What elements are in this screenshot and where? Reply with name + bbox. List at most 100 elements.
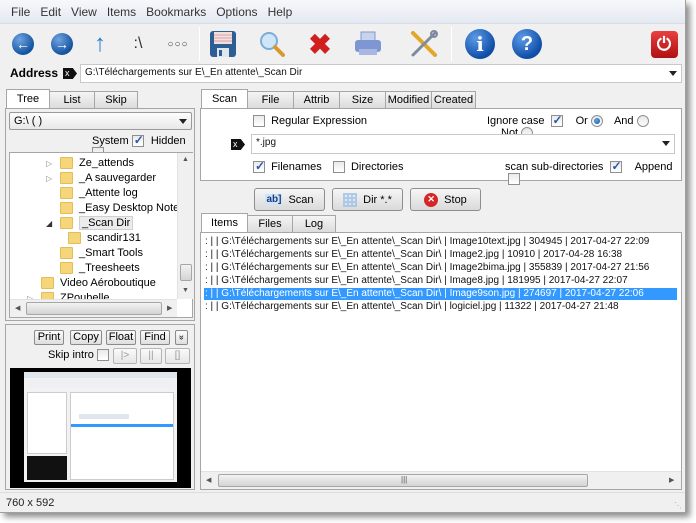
collapse-icon[interactable]: ◢: [46, 219, 56, 228]
tab-size[interactable]: Size: [339, 91, 386, 108]
pattern-clear-icon[interactable]: x: [231, 139, 245, 150]
result-line[interactable]: : | | G:\Téléchargements sur E\_En atten…: [204, 249, 677, 261]
filenames-label: Filenames: [271, 161, 322, 173]
tab-tree[interactable]: Tree: [6, 89, 50, 108]
result-line[interactable]: : | | G:\Téléchargements sur E\_En atten…: [204, 301, 677, 313]
tree-item[interactable]: ▷ Ze_attends: [46, 156, 134, 170]
tab-skip[interactable]: Skip: [94, 91, 138, 108]
results-hscrollbar[interactable]: ◀ ||| ▶: [201, 471, 681, 489]
forward-button[interactable]: →: [46, 28, 78, 60]
tree-item[interactable]: _Smart Tools: [60, 246, 143, 260]
print-button[interactable]: Print: [34, 330, 64, 345]
tree-item[interactable]: scandir131: [68, 231, 141, 245]
scroll-left-icon[interactable]: ◀: [15, 304, 20, 312]
menu-items[interactable]: Items: [102, 5, 141, 19]
subdirs-checkbox[interactable]: [609, 159, 622, 174]
exit-button[interactable]: ⏻: [648, 28, 680, 60]
address-input[interactable]: G:\Téléchargements sur E\_En attente\_Sc…: [80, 64, 682, 83]
menu-bookmarks[interactable]: Bookmarks: [141, 5, 211, 19]
tree-item[interactable]: Video Aéroboutique: [41, 276, 156, 290]
ignore-case-checkbox[interactable]: [550, 113, 563, 128]
save-button[interactable]: [207, 28, 239, 60]
tab-file[interactable]: File: [247, 91, 294, 108]
tree-item[interactable]: ▷ _A sauvegarder: [46, 171, 156, 185]
scroll-up-icon[interactable]: ▲: [182, 156, 189, 163]
scroll-right-icon[interactable]: ▶: [669, 476, 674, 484]
menu-help[interactable]: Help: [263, 5, 298, 19]
scroll-left-icon[interactable]: ◀: [206, 476, 211, 484]
tree-item[interactable]: _Treesheets: [60, 261, 140, 275]
up-button[interactable]: ↑: [84, 28, 116, 60]
pause-button[interactable]: ||: [140, 348, 162, 364]
tree-item[interactable]: _Easy Desktop Note: [60, 201, 179, 215]
scroll-thumb[interactable]: [180, 264, 192, 281]
go-icon[interactable]: x: [63, 68, 77, 79]
system-checkbox[interactable]: [131, 133, 144, 148]
result-line-selected[interactable]: : | | G:\Téléchargements sur E\_En atten…: [204, 288, 677, 300]
append-checkbox[interactable]: [508, 173, 520, 186]
tree-item-label: _Attente log: [79, 187, 138, 199]
back-button[interactable]: ←: [7, 28, 39, 60]
result-line[interactable]: : | | G:\Téléchargements sur E\_En atten…: [204, 275, 677, 287]
tab-attrib[interactable]: Attrib: [293, 91, 340, 108]
info-button[interactable]: i: [464, 28, 496, 60]
delete-icon: ✖: [308, 28, 332, 60]
print-button[interactable]: [352, 28, 384, 60]
directories-checkbox[interactable]: [332, 161, 345, 174]
tab-scan[interactable]: Scan: [201, 89, 248, 108]
expand-icon[interactable]: ▷: [46, 174, 56, 183]
or-radio[interactable]: [590, 115, 603, 128]
find-button[interactable]: Find: [140, 330, 170, 345]
more-options-button[interactable]: »: [175, 330, 188, 345]
tree-item[interactable]: _Attente log: [60, 186, 138, 200]
regex-checkbox[interactable]: [253, 115, 265, 128]
delete-button[interactable]: ✖: [304, 28, 336, 60]
skip-intro-checkbox[interactable]: [96, 349, 109, 362]
menu-options[interactable]: Options: [211, 5, 262, 19]
stop-button[interactable]: ✕ Stop: [410, 188, 481, 211]
tab-created[interactable]: Created: [431, 91, 476, 108]
scroll-thumb[interactable]: |||: [218, 474, 588, 487]
copy-button[interactable]: Copy: [70, 330, 102, 345]
status-bar: 760 x 592 ⋱: [0, 492, 685, 512]
tab-log[interactable]: Log: [292, 215, 336, 232]
tree-hscrollbar[interactable]: ◀ ▶: [10, 299, 177, 317]
scan-button[interactable]: ab] Scan: [254, 188, 325, 211]
tree-item-label: _Smart Tools: [79, 247, 143, 259]
tree-vscrollbar[interactable]: ▲ ▼: [177, 153, 193, 299]
drive-select[interactable]: G:\ ( ): [9, 112, 192, 130]
tab-list[interactable]: List: [49, 91, 95, 108]
scroll-thumb[interactable]: [26, 302, 162, 315]
filenames-checkbox[interactable]: [253, 159, 265, 174]
help-button[interactable]: ?: [511, 28, 543, 60]
tab-items[interactable]: Items: [201, 213, 248, 232]
menu-edit[interactable]: Edit: [35, 5, 66, 19]
tab-modified[interactable]: Modified: [385, 91, 432, 108]
tab-files[interactable]: Files: [247, 215, 293, 232]
drive-value: G:\ ( ): [14, 115, 43, 127]
root-button[interactable]: :\: [122, 28, 154, 60]
menu-file[interactable]: File: [6, 5, 35, 19]
pattern-input[interactable]: *.jpg: [251, 134, 675, 154]
more-button[interactable]: ○○○: [162, 28, 194, 60]
chevron-down-icon[interactable]: [669, 71, 677, 76]
result-line[interactable]: : | | G:\Téléchargements sur E\_En atten…: [204, 262, 677, 274]
menu-view[interactable]: View: [66, 5, 102, 19]
scroll-right-icon[interactable]: ▶: [167, 304, 172, 312]
scan-options-panel: Regular Expression Ignore case Or And No…: [200, 108, 682, 186]
results-panel: : | | G:\Téléchargements sur E\_En atten…: [200, 232, 682, 490]
tools-button[interactable]: [408, 28, 440, 60]
result-line[interactable]: : | | G:\Téléchargements sur E\_En atten…: [204, 236, 677, 248]
and-radio[interactable]: [636, 115, 649, 128]
float-button[interactable]: Float: [106, 330, 136, 345]
expand-icon[interactable]: ▷: [46, 159, 56, 168]
play-button[interactable]: |>: [113, 348, 137, 364]
regex-row: Regular Expression: [253, 115, 367, 128]
search-button[interactable]: [256, 28, 288, 60]
chevron-down-icon[interactable]: [662, 141, 670, 146]
resize-grip-icon[interactable]: ⋱: [674, 501, 682, 510]
dir-button[interactable]: Dir *.*: [332, 188, 403, 211]
stop-media-button[interactable]: []: [165, 348, 190, 364]
scroll-down-icon[interactable]: ▼: [182, 287, 189, 294]
tree-item-selected[interactable]: ◢ _Scan Dir: [46, 216, 134, 230]
